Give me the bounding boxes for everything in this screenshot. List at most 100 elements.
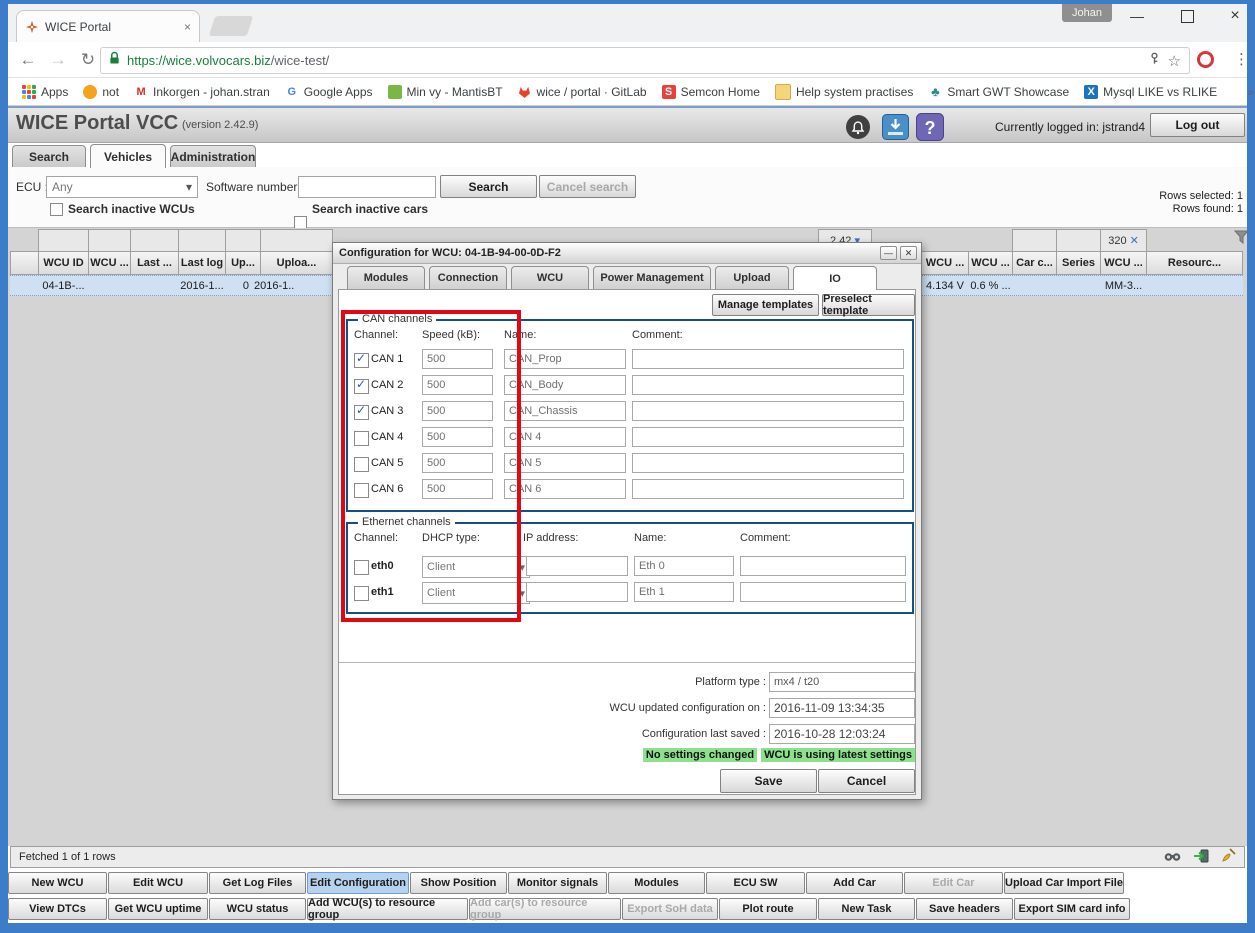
view-dtcs-button[interactable]: View DTCs [8, 898, 107, 920]
column-header[interactable]: Car c... [1012, 251, 1057, 275]
eth0-comment-input[interactable] [740, 556, 906, 576]
eth1-ip-input[interactable] [526, 582, 628, 602]
new-task-button[interactable]: New Task [818, 898, 915, 920]
export-sim-card-button[interactable]: Export SIM card info [1014, 898, 1130, 920]
ecu-sw-button[interactable]: ECU SW [706, 872, 805, 894]
bookmarks-overflow-icon[interactable]: » [1247, 85, 1254, 99]
dialog-tab-upload[interactable]: Upload [715, 266, 789, 289]
can1-name-input[interactable] [504, 349, 626, 369]
chrome-menu-icon[interactable]: ⋮ [1234, 50, 1249, 68]
show-position-button[interactable]: Show Position [410, 872, 507, 894]
help-icon[interactable]: ? [916, 113, 944, 146]
can6-comment-input[interactable] [632, 479, 904, 499]
eth0-ip-input[interactable] [526, 556, 628, 576]
filter-cell[interactable] [88, 229, 131, 252]
filter-wcu-cell[interactable]: 320✕ [1100, 229, 1147, 252]
filter-cell[interactable] [260, 229, 333, 252]
can4-name-input[interactable] [504, 427, 626, 447]
filter-cell[interactable] [1012, 229, 1057, 252]
tab-administration[interactable]: Administration [170, 145, 256, 167]
download-icon[interactable] [882, 114, 909, 145]
search-button[interactable]: Search [440, 175, 537, 198]
bookmark-item[interactable]: SSemcon Home [662, 85, 760, 99]
can4-comment-input[interactable] [632, 427, 904, 447]
get-log-files-button[interactable]: Get Log Files [209, 872, 306, 894]
dialog-tab-power-management[interactable]: Power Management [593, 266, 711, 289]
upload-car-import-button[interactable]: Upload Car Import File [1004, 872, 1124, 894]
column-header[interactable]: Uploa... [260, 251, 333, 275]
logout-button[interactable]: Log out [1150, 113, 1245, 137]
bookmark-item[interactable]: MInkorgen - johan.stran [134, 85, 270, 99]
bookmark-item[interactable]: Help system practises [775, 84, 913, 100]
can6-name-input[interactable] [504, 479, 626, 499]
new-tab-button[interactable] [209, 16, 253, 36]
back-icon[interactable]: ← [16, 48, 40, 72]
filter-funnel-icon[interactable] [1234, 230, 1249, 249]
column-header[interactable]: Resourc... [1146, 251, 1243, 275]
eth1-comment-input[interactable] [740, 582, 906, 602]
tab-close-icon[interactable]: × [184, 20, 191, 34]
column-header[interactable]: Series [1056, 251, 1101, 275]
can1-comment-input[interactable] [632, 349, 904, 369]
filter-cell[interactable] [1056, 229, 1101, 252]
key-icon[interactable] [1148, 52, 1161, 70]
can5-name-input[interactable] [504, 453, 626, 473]
dialog-title-bar[interactable]: Configuration for WCU: 04-1B-94-00-0D-F2 [333, 243, 921, 264]
plot-route-button[interactable]: Plot route [719, 898, 817, 920]
can2-comment-input[interactable] [632, 375, 904, 395]
bookmark-item[interactable]: ♣Smart GWT Showcase [928, 85, 1069, 99]
column-header[interactable]: WCU ... [88, 251, 131, 275]
broom-icon[interactable] [1221, 848, 1236, 866]
bookmark-item[interactable]: GGoogle Apps [285, 85, 373, 99]
filter-cell[interactable] [130, 229, 179, 252]
column-header[interactable]: WCU ... [921, 251, 969, 275]
bookmark-item[interactable]: XMysql LIKE vs RLIKE [1084, 85, 1217, 99]
browser-tab[interactable]: WICE Portal × [16, 10, 200, 42]
dialog-tab-io[interactable]: IO [793, 266, 877, 290]
column-header[interactable]: WCU ... [968, 251, 1013, 275]
eth1-name-input[interactable] [634, 582, 734, 602]
notifications-icon[interactable] [845, 114, 871, 145]
dialog-tab-wcu[interactable]: WCU [511, 266, 589, 289]
cancel-button[interactable]: Cancel [818, 769, 915, 793]
filter-cell[interactable] [225, 229, 261, 252]
save-button[interactable]: Save [720, 769, 817, 793]
bookmark-apps[interactable]: Apps [22, 85, 68, 99]
ecu-select[interactable]: Any▾ [46, 176, 198, 198]
dialog-tab-connection[interactable]: Connection [429, 266, 507, 289]
column-header[interactable]: Last ... [130, 251, 179, 275]
tab-search[interactable]: Search [12, 145, 86, 167]
export-icon[interactable] [1193, 849, 1209, 866]
url-bar[interactable]: https://wice.volvocars.biz/wice-test/ ☆ [100, 47, 1190, 74]
column-header[interactable]: Last log [178, 251, 226, 275]
software-number-input[interactable] [298, 176, 436, 198]
monitor-signals-button[interactable]: Monitor signals [508, 872, 607, 894]
refresh-icon[interactable]: ↻ [76, 48, 100, 72]
search-inactive-wcus-checkbox[interactable] [50, 203, 63, 216]
filter-cell[interactable] [178, 229, 226, 252]
new-wcu-button[interactable]: New WCU [8, 872, 107, 894]
profile-badge[interactable]: Johan [1062, 4, 1112, 22]
modules-button[interactable]: Modules [608, 872, 705, 894]
dialog-tab-modules[interactable]: Modules [347, 266, 425, 289]
dialog-close-icon[interactable]: ✕ [900, 246, 917, 260]
dialog-minimize-icon[interactable]: — [880, 246, 897, 260]
window-minimize-button[interactable]: — [1122, 6, 1152, 26]
filter-cell[interactable] [38, 229, 89, 252]
add-car-button[interactable]: Add Car [806, 872, 903, 894]
column-header[interactable]: WCU ID [38, 251, 89, 275]
window-close-button[interactable]: × [1220, 6, 1250, 26]
bookmark-item[interactable]: not [83, 85, 119, 99]
clear-filter-icon[interactable]: ✕ [1130, 234, 1139, 247]
tab-vehicles[interactable]: Vehicles [90, 144, 166, 168]
bookmark-item[interactable]: wice / portal · GitLab [518, 85, 647, 99]
binoculars-icon[interactable] [1164, 850, 1181, 865]
get-wcu-uptime-button[interactable]: Get WCU uptime [108, 898, 208, 920]
column-header[interactable]: WCU ... [1100, 251, 1147, 275]
can5-comment-input[interactable] [632, 453, 904, 473]
eth0-name-input[interactable] [634, 556, 734, 576]
manage-templates-button[interactable]: Manage templates [712, 294, 819, 316]
preselect-template-button[interactable]: Preselect template [822, 294, 915, 316]
column-header[interactable] [10, 251, 39, 275]
can3-name-input[interactable] [504, 401, 626, 421]
